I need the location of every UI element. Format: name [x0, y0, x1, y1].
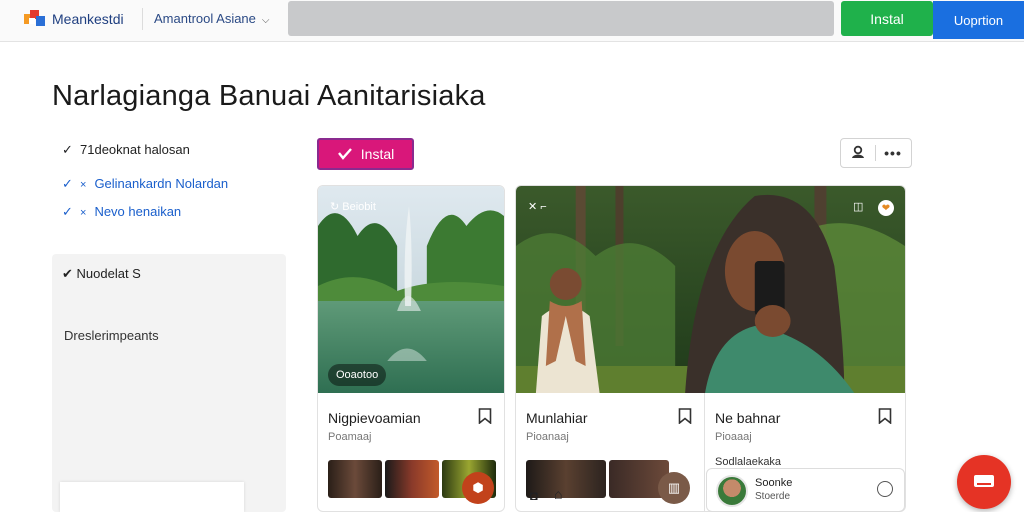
bookmark-icon[interactable] [478, 408, 492, 424]
photo-action-icon[interactable]: ⬢ [462, 472, 494, 504]
checklist-item[interactable]: ✓ × Nevo henaikan [62, 204, 181, 220]
card-subtitle: Poamaaj [328, 431, 372, 443]
card-extra-text: Sodlalaekaka [715, 456, 782, 468]
card-subtitle-secondary: Pioaaaj [715, 431, 752, 443]
share-icon[interactable]: ◫ [853, 200, 863, 213]
refresh-icon[interactable]: ↻ [330, 201, 342, 213]
checklist-item[interactable]: ✓ × Gelinankardn Nolardan [62, 176, 228, 192]
card-overlay-label: ↻ Beiobit [330, 200, 376, 213]
heart-check-icon [337, 148, 352, 160]
media-card[interactable]: ✕ ⌐ ◫ ❤ Munlahiar Pioanaaj ◘ ⌂ ▥ Ne bahn… [515, 185, 906, 512]
card-title-secondary: Ne bahnar [715, 410, 781, 426]
badge-icon[interactable]: ❤ [878, 200, 894, 216]
workspace-name: Amantrool Asiane [154, 11, 256, 26]
panel-label: ✔ Nuodelat S [62, 266, 141, 282]
bookmark-outline-icon[interactable]: ⌐ [540, 201, 546, 213]
chat-fab-button[interactable] [957, 455, 1011, 509]
card-image [318, 186, 504, 393]
panel-label-text: Nuodelat S [76, 266, 141, 281]
page-title: Narlagianga Banuai Aanitarisiaka [52, 80, 486, 112]
photo-icon[interactable]: ◘ [530, 488, 538, 503]
home-icon[interactable]: ⌂ [554, 486, 562, 502]
message-icon [974, 475, 994, 487]
profile-card[interactable]: Soonke Stoerde [706, 468, 905, 512]
toolbar-group: ••• [840, 138, 912, 168]
close-icon[interactable]: ✕ [528, 201, 540, 213]
bookmark-icon[interactable] [878, 408, 892, 424]
thumbnail[interactable] [385, 460, 439, 498]
user-icon[interactable] [841, 145, 875, 162]
chevron-down-icon: ⌵ [261, 15, 270, 26]
card-title: Nigpievoamian [328, 410, 421, 426]
card-chip[interactable]: Ooaotoo [328, 364, 387, 386]
card-divider [704, 393, 705, 511]
overlay-text: Beiobit [342, 201, 376, 213]
thumbnail[interactable] [526, 460, 606, 498]
checklist-item[interactable]: ✓ 71deoknat halosan [62, 142, 190, 158]
checklist-item-label: 71deoknat halosan [80, 142, 190, 157]
avatar[interactable] [716, 475, 748, 507]
media-card[interactable]: ↻ Beiobit Ooaotoo Nigpievoamian Poamaaj … [317, 185, 505, 512]
search-bar[interactable] [288, 1, 834, 36]
check-icon: ✔ [62, 266, 77, 281]
install-primary-label: Instal [360, 146, 395, 162]
card-subtitle: Pioanaaj [526, 431, 569, 443]
bookmark-icon[interactable] [678, 408, 692, 424]
card-overlay-label: ✕ ⌐ [528, 200, 547, 213]
workspace-selector[interactable]: Amantrool Asiane ⌵ [154, 11, 270, 26]
check-icon: ✓ [62, 204, 73, 219]
install-button[interactable]: Instal [841, 1, 933, 36]
profile-name: Soonke [755, 477, 793, 489]
check-icon: ✓ [62, 142, 73, 157]
remove-icon[interactable]: × [80, 207, 86, 219]
check-icon: ✓ [62, 176, 73, 191]
app-logo-icon[interactable] [24, 8, 46, 28]
delete-action-icon[interactable]: ▥ [658, 472, 690, 504]
details-panel: ✔ Nuodelat S Dreslerimpeants [52, 254, 286, 512]
brand-name[interactable]: Meankestdi [52, 11, 124, 27]
radio-icon[interactable] [877, 481, 893, 497]
panel-card[interactable] [60, 482, 244, 512]
more-icon[interactable]: ••• [876, 145, 910, 161]
checklist-item-label: Nevo henaikan [94, 204, 182, 219]
panel-subtitle: Dreslerimpeants [64, 328, 159, 343]
profile-sub: Stoerde [755, 491, 791, 502]
thumbnail[interactable] [328, 460, 382, 498]
card-image [516, 186, 905, 393]
checklist-item-label: Gelinankardn Nolardan [94, 176, 229, 191]
remove-icon[interactable]: × [80, 179, 86, 191]
option-button[interactable]: Uoprtion [933, 1, 1024, 39]
header-divider [142, 8, 143, 30]
install-primary-button[interactable]: Instal [317, 138, 414, 170]
thumbnail-strip [526, 460, 669, 498]
top-bar: Meankestdi Amantrool Asiane ⌵ Instal Uopr… [0, 0, 1024, 42]
card-title: Munlahiar [526, 410, 588, 426]
